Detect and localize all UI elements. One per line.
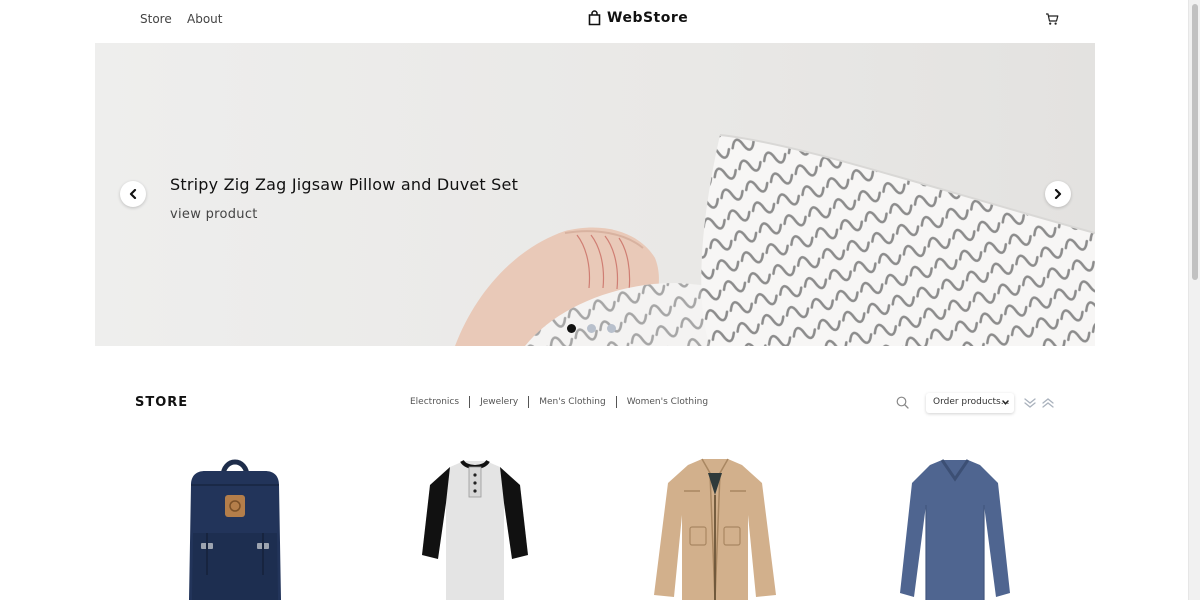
- carousel-indicators: [567, 324, 616, 333]
- carousel-next-button[interactable]: [1045, 181, 1071, 207]
- product-image-henley-shirt: [422, 459, 528, 600]
- product-card[interactable]: [898, 455, 1012, 600]
- category-divider: [528, 396, 530, 408]
- brand-logo[interactable]: WebStore: [588, 10, 688, 26]
- brand-name: WebStore: [607, 10, 689, 26]
- chevron-right-icon: [1054, 189, 1062, 199]
- carousel-dot-1[interactable]: [567, 324, 576, 333]
- order-select-value: Order products...: [933, 397, 1010, 407]
- store-heading: STORE: [135, 395, 189, 410]
- product-card[interactable]: [650, 455, 780, 600]
- product-image-backpack: [189, 459, 281, 600]
- hero-title: Stripy Zig Zag Jigsaw Pillow and Duvet S…: [170, 175, 519, 194]
- search-icon[interactable]: [896, 396, 909, 409]
- product-image-long-sleeve-shirt: [900, 459, 1010, 600]
- shopping-bag-icon: [588, 10, 601, 26]
- nav-link-about[interactable]: About: [187, 12, 222, 26]
- hero-slide-image: [95, 43, 1095, 346]
- category-mens-clothing[interactable]: Men's Clothing: [539, 397, 605, 407]
- sort-ascending-icon[interactable]: [1042, 397, 1054, 409]
- chevron-left-icon: [129, 189, 137, 199]
- order-products-select[interactable]: Order products...: [926, 393, 1014, 413]
- product-image-jacket: [654, 458, 776, 600]
- product-card[interactable]: [183, 455, 287, 600]
- nav-link-store[interactable]: Store: [140, 12, 172, 26]
- category-womens-clothing[interactable]: Women's Clothing: [627, 397, 708, 407]
- top-navbar: Store About WebStore: [95, 0, 1095, 42]
- category-filter: Electronics Jewelery Men's Clothing Wome…: [410, 396, 708, 408]
- view-product-link[interactable]: view product: [170, 207, 258, 222]
- chevron-down-icon: [1002, 400, 1009, 405]
- scrollbar-thumb[interactable]: [1192, 4, 1198, 280]
- sort-descending-icon[interactable]: [1024, 397, 1036, 409]
- cart-icon[interactable]: [1045, 12, 1059, 26]
- category-divider: [615, 396, 617, 408]
- category-electronics[interactable]: Electronics: [410, 397, 459, 407]
- hero-carousel: Stripy Zig Zag Jigsaw Pillow and Duvet S…: [95, 43, 1095, 346]
- carousel-dot-3[interactable]: [607, 324, 616, 333]
- carousel-dot-2[interactable]: [587, 324, 596, 333]
- category-jewelery[interactable]: Jewelery: [480, 397, 518, 407]
- category-divider: [469, 396, 471, 408]
- page-scrollbar[interactable]: [1188, 0, 1200, 600]
- product-card[interactable]: [420, 455, 530, 600]
- carousel-prev-button[interactable]: [120, 181, 146, 207]
